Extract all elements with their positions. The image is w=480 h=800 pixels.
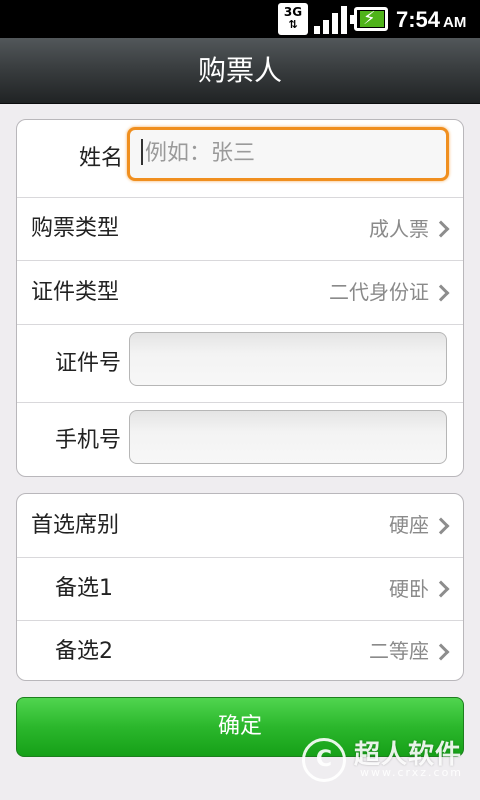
text-caret: [141, 139, 143, 165]
chevron-right-icon: [432, 517, 450, 534]
chevron-right-icon: [432, 220, 450, 238]
clock-time: 7:54: [396, 7, 441, 32]
preferred-seat-value: 硬座: [389, 513, 429, 537]
id-type-row[interactable]: 证件类型 二代身份证: [17, 260, 463, 324]
alternate-seat-2-row[interactable]: 备选2 二等座: [17, 620, 463, 680]
id-number-label: 证件号: [55, 351, 122, 376]
battery-charging-icon: ⚡: [350, 7, 388, 31]
network-type-label: 3G: [283, 5, 303, 19]
name-row: 姓名 例如：张三: [17, 120, 463, 197]
name-input[interactable]: 例如：张三: [127, 127, 449, 181]
chevron-right-icon: [432, 580, 450, 598]
passenger-info-card: 姓名 例如：张三 购票类型 成人票 证件类型 二代身份证 证件号 手机号: [16, 119, 464, 477]
preferred-seat-label: 首选席别: [31, 513, 120, 538]
preferred-seat-row[interactable]: 首选席别 硬座: [17, 494, 463, 557]
watermark: C 超人软件 www.crxz.com: [302, 734, 472, 786]
watermark-url: www.crxz.com: [360, 766, 464, 779]
network-3g-icon: 3G ⇅: [278, 3, 308, 35]
alternate-seat-1-label: 备选1: [55, 576, 113, 601]
id-number-row: 证件号: [17, 324, 463, 402]
clock: 7:54 AM: [396, 0, 466, 38]
alternate-seat-2-label: 备选2: [55, 639, 113, 664]
phone-input[interactable]: [129, 410, 447, 464]
ticket-type-value: 成人票: [369, 217, 429, 241]
data-arrows-icon: ⇅: [288, 18, 298, 31]
clock-ampm: AM: [443, 14, 467, 31]
name-input-placeholder: 例如：张三: [145, 141, 256, 166]
watermark-logo-icon: C: [302, 738, 346, 782]
signal-strength-icon: [314, 4, 348, 34]
chevron-right-icon: [432, 643, 450, 660]
id-type-value: 二代身份证: [329, 280, 429, 304]
phone-label: 手机号: [55, 428, 122, 453]
phone-row: 手机号: [17, 402, 463, 476]
alternate-seat-1-value: 硬卧: [389, 577, 429, 601]
page-title: 购票人: [0, 38, 480, 104]
chevron-right-icon: [432, 284, 450, 301]
status-bar: 3G ⇅ ⚡ 7:54 AM: [0, 0, 480, 38]
id-type-label: 证件类型: [31, 280, 120, 305]
seat-preference-card: 首选席别 硬座 备选1 硬卧 备选2 二等座: [16, 493, 464, 681]
ticket-type-label: 购票类型: [31, 216, 120, 241]
ticket-type-row[interactable]: 购票类型 成人票: [17, 197, 463, 260]
alternate-seat-1-row[interactable]: 备选1 硬卧: [17, 557, 463, 620]
name-label: 姓名: [79, 146, 124, 171]
id-number-input[interactable]: [129, 332, 447, 386]
alternate-seat-2-value: 二等座: [369, 639, 429, 663]
